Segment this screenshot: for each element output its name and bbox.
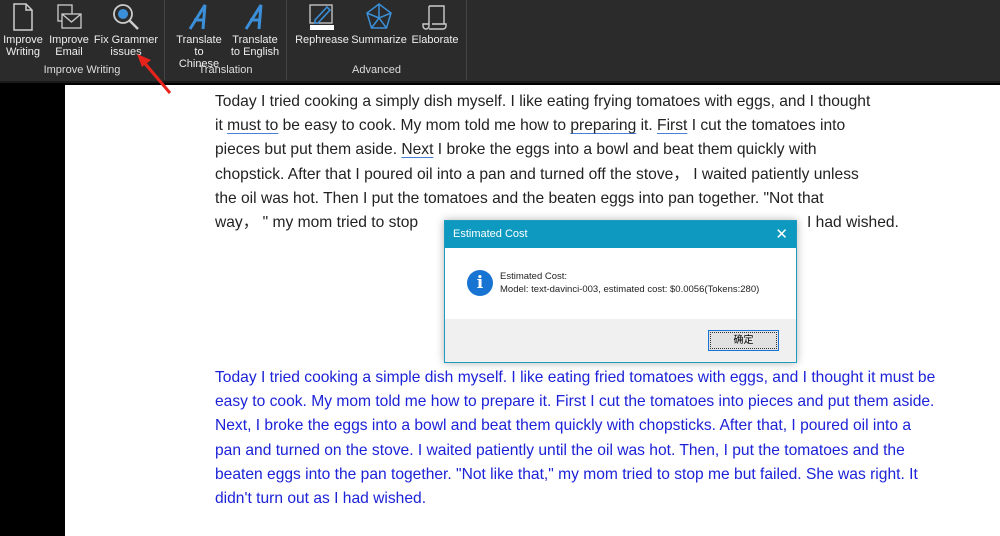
corrected-paragraph[interactable]: Today I tried cooking a simple dish myse… [215, 366, 940, 511]
pencil-icon [309, 4, 334, 30]
translate-to-english-button[interactable]: Translate to English [228, 2, 282, 58]
group-label: Advanced [352, 64, 401, 76]
document-icon [13, 3, 33, 31]
grammar-flag[interactable]: First [657, 117, 687, 134]
dialog-message: Estimated Cost: Model: text-davinci-003, … [500, 271, 760, 295]
estimated-cost-dialog: Estimated Cost ✕ i Estimated Cost: Model: … [444, 220, 797, 363]
improve-email-button[interactable]: Improve Email [47, 2, 91, 58]
rephrease-button[interactable]: Rephrease [294, 2, 350, 46]
red-arrow-annotation [137, 54, 172, 94]
grammar-flag[interactable]: preparing [570, 117, 636, 134]
translate-icon [244, 4, 263, 30]
info-icon: i [467, 270, 493, 296]
email-icon [57, 4, 82, 29]
group-label: Translation [198, 64, 253, 76]
ok-button[interactable]: 确定 [708, 330, 779, 351]
radar-icon [366, 3, 392, 29]
group-advanced: Rephrease Summarize Elaborate Advanced [287, 0, 467, 80]
dialog-title-bar: Estimated Cost ✕ [445, 221, 796, 248]
elaborate-button[interactable]: Elaborate [408, 2, 462, 46]
group-translation: Translate to Chinese Translate to English … [165, 0, 287, 80]
translate-to-chinese-button[interactable]: Translate to Chinese [173, 2, 225, 70]
close-icon[interactable]: ✕ [775, 221, 788, 248]
summarize-button[interactable]: Summarize [351, 2, 407, 46]
original-paragraph[interactable]: Today I tried cooking a simply dish myse… [215, 90, 945, 235]
magnifier-icon [113, 4, 139, 30]
translate-icon [188, 4, 207, 30]
improve-writing-button[interactable]: Improve Writing [2, 2, 44, 58]
grammar-flag[interactable]: Next [401, 141, 433, 158]
grammar-flag[interactable]: must to [227, 117, 278, 134]
scroll-icon [422, 5, 447, 30]
